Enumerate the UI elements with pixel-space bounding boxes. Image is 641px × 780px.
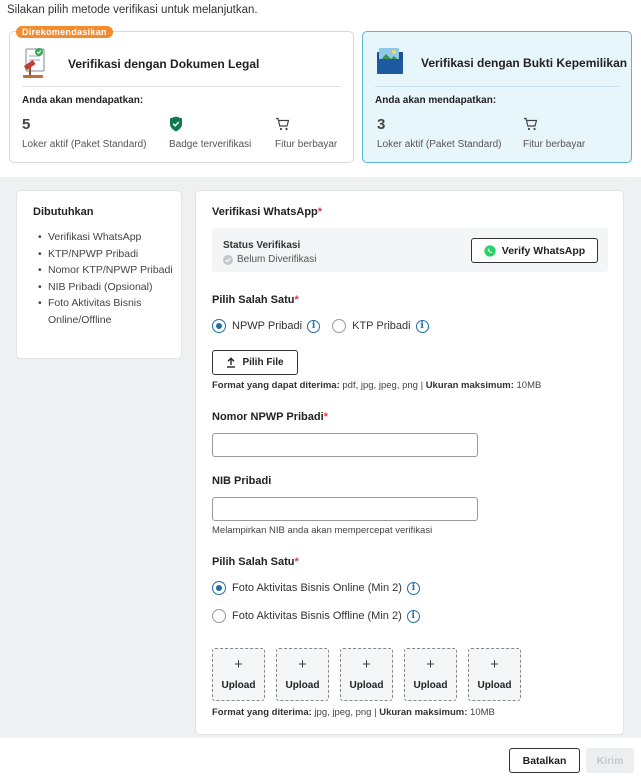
whatsapp-status-box: Status Verifikasi Belum Diverifikasi Ver…: [212, 228, 608, 272]
cart-icon: [523, 117, 538, 134]
requirements-list: Verifikasi WhatsApp KTP/NPWP Pribadi Nom…: [38, 229, 178, 328]
legal-benefit-jobs: 5 Loker aktif (Paket Standard): [22, 114, 147, 150]
ownership-card-title: Verifikasi dengan Bukti Kepemilikan: [421, 55, 628, 70]
legal-card-title: Verifikasi dengan Dokumen Legal: [68, 56, 260, 71]
legal-benefit-badge: Badge terverifikasi: [169, 114, 251, 150]
plus-icon: +: [298, 656, 307, 673]
recommended-badge: Direkomendasikan: [16, 26, 113, 38]
whatsapp-status-value: Belum Diverifikasi: [223, 254, 316, 265]
list-item: Verifikasi WhatsApp: [38, 229, 178, 246]
choose-file-button[interactable]: Pilih File: [212, 350, 298, 375]
whatsapp-section-title: Verifikasi WhatsApp*: [212, 206, 323, 218]
info-icon[interactable]: i: [406, 581, 420, 595]
ownership-proof-card[interactable]: Verifikasi dengan Bukti Kepemilikan Anda…: [362, 31, 632, 163]
whatsapp-status-label: Status Verifikasi: [223, 240, 301, 251]
ktp-radio[interactable]: [332, 319, 347, 333]
upload-icon: [226, 357, 236, 368]
photo-choice-title: Pilih Salah Satu*: [212, 556, 299, 568]
online-photo-radio[interactable]: [212, 581, 226, 595]
plus-icon: +: [362, 656, 371, 673]
upload-format-hint: Format yang diterima: jpg, jpeg, png | U…: [212, 707, 495, 718]
paid-feature-label: Fitur berbayar: [275, 139, 338, 150]
info-icon[interactable]: i: [307, 319, 321, 333]
cancel-button[interactable]: Batalkan: [509, 748, 580, 773]
ownership-job-label: Loker aktif (Paket Standard): [377, 139, 502, 150]
list-item: KTP/NPWP Pribadi: [38, 246, 178, 263]
upload-slot-2[interactable]: + Upload: [276, 648, 329, 701]
verified-badge-label: Badge terverifikasi: [169, 139, 252, 150]
card-divider: [375, 86, 619, 87]
photo-offline-option[interactable]: Foto Aktivitas Bisnis Offline (Min 2) i: [212, 609, 420, 623]
card-divider: [22, 86, 341, 87]
whatsapp-icon: [484, 244, 496, 257]
ktp-radio-label[interactable]: KTP Pribadi: [352, 320, 411, 332]
ownership-photo-icon: [375, 46, 405, 79]
upload-slot-5[interactable]: + Upload: [468, 648, 521, 701]
info-icon[interactable]: i: [415, 319, 429, 333]
ownership-benefits-heading: Anda akan mendapatkan:: [375, 95, 497, 106]
shield-check-icon: [169, 116, 183, 135]
verification-form: Verifikasi WhatsApp* Status Verifikasi B…: [195, 190, 624, 735]
id-choice-group: NPWP Pribadi i KTP Pribadi i: [212, 319, 429, 333]
plus-icon: +: [234, 656, 243, 673]
npwp-radio-label[interactable]: NPWP Pribadi: [232, 320, 302, 332]
check-circle-icon: [223, 254, 233, 265]
upload-slot-4[interactable]: + Upload: [404, 648, 457, 701]
npwp-number-input[interactable]: [212, 433, 478, 457]
id-choice-title: Pilih Salah Satu*: [212, 294, 299, 306]
nib-hint: Melampirkan NIB anda akan mempercepat ve…: [212, 525, 433, 536]
offline-photo-label[interactable]: Foto Aktivitas Bisnis Offline (Min 2): [232, 610, 402, 622]
file-format-hint: Format yang dapat diterima: pdf, jpg, jp…: [212, 380, 542, 391]
list-item: NIB Pribadi (Opsional): [38, 279, 178, 296]
offline-photo-radio[interactable]: [212, 609, 226, 623]
cart-icon: [275, 117, 290, 134]
requirements-panel: Dibutuhkan Verifikasi WhatsApp KTP/NPWP …: [16, 190, 182, 359]
verify-whatsapp-button[interactable]: Verify WhatsApp: [471, 238, 598, 263]
ownership-job-count: 3: [377, 116, 386, 133]
upload-slot-1[interactable]: + Upload: [212, 648, 265, 701]
npwp-number-label: Nomor NPWP Pribadi*: [212, 411, 328, 423]
upload-slot-3[interactable]: + Upload: [340, 648, 393, 701]
list-item: Nomor KTP/NPWP Pribadi: [38, 262, 178, 279]
intro-text: Silakan pilih metode verifikasi untuk me…: [7, 4, 258, 16]
legal-benefit-paid: Fitur berbayar: [275, 114, 337, 150]
legal-job-label: Loker aktif (Paket Standard): [22, 139, 147, 150]
info-icon[interactable]: i: [406, 609, 420, 623]
requirements-title: Dibutuhkan: [33, 206, 94, 218]
nib-input[interactable]: [212, 497, 478, 521]
ownership-benefit-jobs: 3 Loker aktif (Paket Standard): [377, 114, 502, 150]
list-item: Foto Aktivitas Bisnis Online/Offline: [38, 295, 178, 328]
npwp-radio[interactable]: [212, 319, 226, 333]
submit-button[interactable]: Kirim: [586, 748, 634, 773]
legal-benefits-heading: Anda akan mendapatkan:: [22, 95, 144, 106]
plus-icon: +: [426, 656, 435, 673]
legal-job-count: 5: [22, 116, 31, 133]
legal-document-icon: [22, 46, 52, 81]
nib-label: NIB Pribadi: [212, 475, 272, 487]
photo-online-option[interactable]: Foto Aktivitas Bisnis Online (Min 2) i: [212, 581, 420, 595]
online-photo-label[interactable]: Foto Aktivitas Bisnis Online (Min 2): [232, 582, 402, 594]
legal-document-card[interactable]: Direkomendasikan Verifikasi dengan Dokum…: [9, 26, 354, 163]
plus-icon: +: [490, 656, 499, 673]
paid-feature-label: Fitur berbayar: [523, 139, 586, 150]
ownership-benefit-paid: Fitur berbayar: [523, 114, 585, 150]
